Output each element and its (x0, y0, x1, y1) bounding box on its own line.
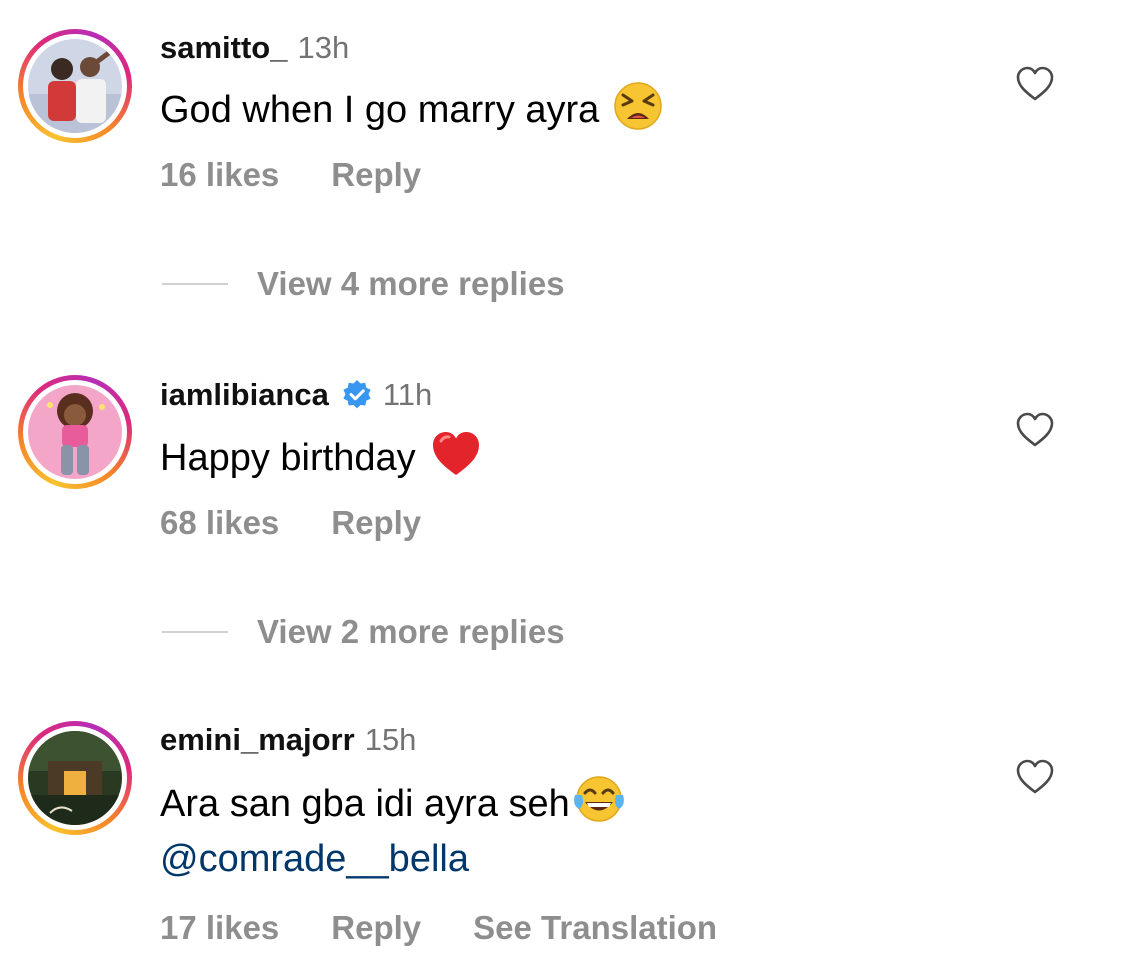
story-ring[interactable] (18, 375, 132, 489)
timestamp: 15h (364, 722, 417, 757)
divider-line (162, 631, 228, 633)
view-more-replies[interactable]: View 4 more replies (162, 264, 565, 304)
comment-text: God when I go marry ayra (160, 81, 663, 143)
username[interactable]: iamlibianca (160, 375, 329, 415)
see-translation-button[interactable]: See Translation (473, 908, 717, 948)
timestamp: 11h (382, 377, 433, 412)
reply-button[interactable]: Reply (331, 908, 421, 948)
avatar[interactable] (28, 385, 122, 479)
like-heart-icon[interactable] (1015, 411, 1055, 449)
reply-button[interactable]: Reply (331, 155, 421, 195)
avatar[interactable] (28, 731, 122, 825)
mention-link[interactable]: @comrade__bella (160, 835, 469, 883)
reply-button[interactable]: Reply (331, 503, 421, 543)
likes-count[interactable]: 68 likes (160, 503, 279, 543)
view-more-replies[interactable]: View 2 more replies (162, 612, 565, 652)
comment-body: Happy birthday (160, 437, 416, 480)
story-ring[interactable] (18, 29, 132, 143)
avatar[interactable] (28, 39, 122, 133)
view-replies-label: View 2 more replies (257, 613, 565, 650)
comment-body: Ara san gba idi ayra seh (160, 783, 570, 826)
comment-body: God when I go marry ayra (160, 89, 600, 132)
comment-header: emini_majorr 15h (160, 720, 416, 760)
likes-count[interactable]: 17 likes (160, 908, 279, 948)
username[interactable]: samitto_ (160, 28, 287, 68)
tired-face-icon (613, 81, 663, 143)
timestamp: 13h (297, 30, 350, 65)
red-heart-icon (430, 429, 482, 491)
comment-actions: 68 likes Reply (160, 503, 473, 543)
likes-count[interactable]: 16 likes (160, 155, 279, 195)
like-heart-icon[interactable] (1015, 65, 1055, 103)
like-heart-icon[interactable] (1015, 758, 1055, 796)
divider-line (162, 283, 228, 285)
comment-header: iamlibianca 11h (160, 375, 432, 415)
username[interactable]: emini_majorr (160, 720, 355, 760)
comment-text: Happy birthday (160, 429, 482, 491)
comment-text: Ara san gba idi ayra seh (160, 775, 626, 837)
verified-badge-icon (341, 379, 373, 411)
comment-actions: 17 likes Reply See Translation (160, 908, 769, 948)
comment-header: samitto_ 13h (160, 28, 349, 68)
tears-of-joy-icon (572, 775, 626, 837)
view-replies-label: View 4 more replies (257, 265, 565, 302)
story-ring[interactable] (18, 721, 132, 835)
comment-actions: 16 likes Reply (160, 155, 473, 195)
